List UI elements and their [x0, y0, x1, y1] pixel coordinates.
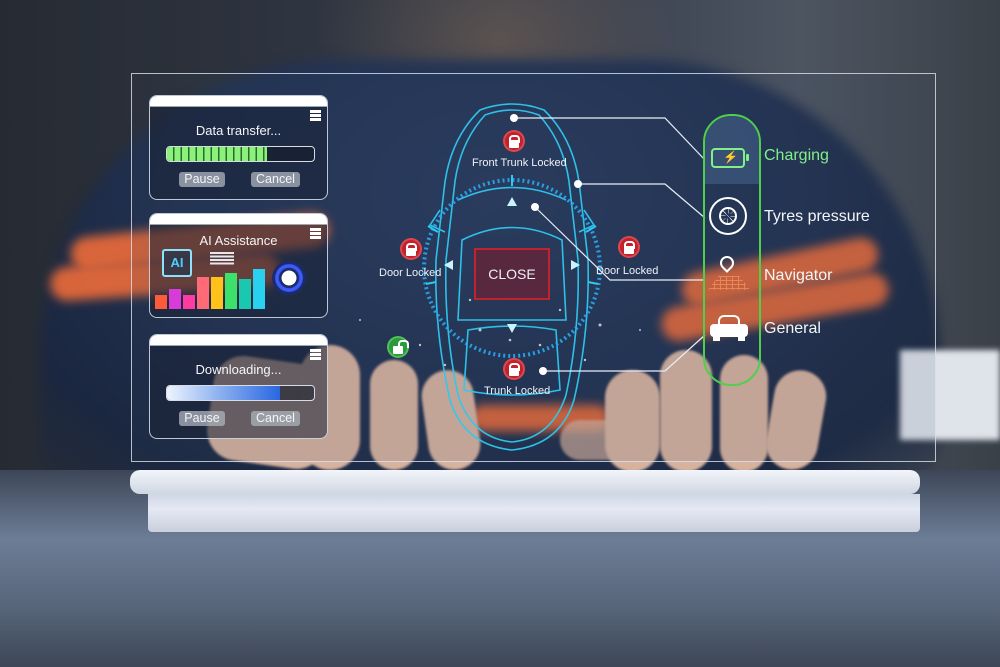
right-door-lock-icon[interactable] [618, 236, 640, 258]
unlock-icon[interactable] [387, 336, 409, 358]
menu-item-label: Tyres pressure [764, 208, 870, 225]
front-trunk-lock-icon[interactable] [503, 130, 525, 152]
menu-item-label: General [764, 320, 821, 337]
trunk-status: Trunk Locked [484, 385, 551, 397]
menu-item-general[interactable]: General [706, 307, 956, 353]
connector-lines [514, 117, 706, 372]
tyre-icon [709, 197, 747, 235]
close-button[interactable]: CLOSE [474, 248, 550, 300]
trunk-lock-icon[interactable] [503, 358, 525, 380]
menu-item-navigator[interactable]: Navigator [706, 253, 956, 300]
car-icon [710, 315, 748, 341]
menu-item-label: Charging [764, 147, 829, 164]
left-door-lock-icon[interactable] [400, 238, 422, 260]
menu-item-tyres-pressure[interactable]: Tyres pressure [706, 195, 956, 241]
left-door-status: Door Locked [379, 267, 442, 279]
battery-charging-icon: ⚡ [711, 148, 749, 168]
map-grid-icon [708, 276, 750, 290]
right-door-status: Door Locked [596, 265, 659, 277]
menu-item-label: Navigator [764, 267, 833, 284]
front-trunk-status: Front Trunk Locked [472, 157, 567, 169]
location-pin-icon [717, 253, 737, 273]
menu-item-charging[interactable]: ⚡ Charging [706, 134, 956, 180]
